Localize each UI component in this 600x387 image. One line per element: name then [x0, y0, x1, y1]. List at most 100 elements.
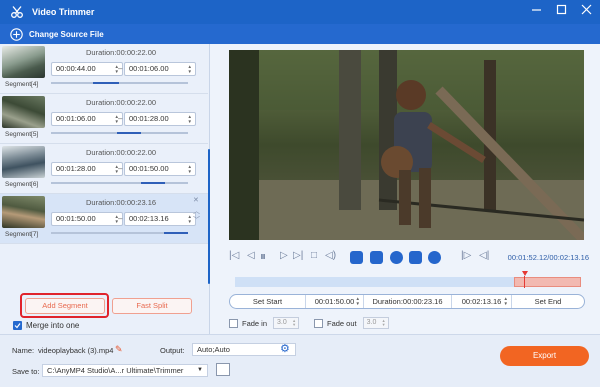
- set-start-button[interactable]: Set Start: [230, 295, 306, 308]
- video-frame: [229, 50, 584, 240]
- file-name: videoplayback (3).mp4: [38, 346, 114, 355]
- segment-name: Segment[6]: [5, 181, 39, 188]
- segment-start-input[interactable]: 00:01:06.00 ▲ ▼: [51, 112, 123, 126]
- time-display: 00:01:52.12/00:02:13.16: [507, 253, 589, 262]
- spinner-icon[interactable]: ▲ ▼: [504, 296, 508, 306]
- range-separator: –: [118, 164, 123, 173]
- edit-pencil-icon[interactable]: ✎: [115, 344, 123, 355]
- spinner-icon[interactable]: ▲ ▼: [188, 214, 192, 224]
- playhead-icon[interactable]: [522, 271, 528, 276]
- stop-icon[interactable]: □: [311, 250, 317, 261]
- start-time-input[interactable]: 00:01:50.00 ▲ ▼: [306, 295, 364, 308]
- segment-list: Segment[4] Duration:00:00:22.00 00:00:44…: [0, 44, 210, 286]
- add-icon[interactable]: [390, 251, 403, 264]
- playback-controls: |◁ ◁ ⏸ ▷ ▷| □ ◁) |▷ ◁| 00:01:52.12/00:02…: [229, 249, 589, 266]
- segment-item-selected[interactable]: Segment[7] Duration:00:00:23.16 00:01:50…: [0, 194, 208, 244]
- fade-out-input[interactable]: 3.0 ▲ ▼: [362, 317, 389, 329]
- copy-icon[interactable]: [370, 251, 383, 264]
- title-bar: Video Trimmer: [0, 0, 600, 24]
- settings-gear-icon[interactable]: ⚙: [280, 342, 290, 355]
- output-label: Output:: [160, 346, 185, 355]
- segment-start-input[interactable]: 00:01:28.00 ▲ ▼: [51, 162, 123, 176]
- segment-thumbnail: [2, 46, 45, 78]
- segment-track: [51, 232, 188, 234]
- end-time-input[interactable]: 00:02:13.16 ▲ ▼: [452, 295, 512, 308]
- range-separator: –: [118, 214, 123, 223]
- maximize-icon[interactable]: [556, 4, 567, 15]
- plus-circle-icon: [10, 27, 23, 41]
- timeline-track[interactable]: [235, 271, 581, 288]
- name-label: Name:: [12, 346, 35, 355]
- fast-split-button[interactable]: Fast Split: [112, 298, 192, 314]
- spinner-icon[interactable]: ▲ ▼: [382, 319, 386, 327]
- fade-out-option[interactable]: Fade out 3.0 ▲ ▼: [314, 317, 389, 329]
- previous-frame-icon[interactable]: ◁: [247, 250, 255, 261]
- save-path-select[interactable]: C:\AnyMP4 Studio\A...r Ultimate\Trimmer ▼: [42, 364, 208, 377]
- save-to-label: Save to:: [12, 367, 40, 376]
- segment-start-input[interactable]: 00:00:44.00 ▲ ▼: [51, 62, 123, 76]
- change-source-label: Change Source File: [29, 29, 104, 39]
- fade-out-checkbox[interactable]: [314, 318, 323, 328]
- spinner-icon[interactable]: ▲ ▼: [188, 164, 192, 174]
- segment-track: [51, 82, 188, 84]
- spinner-icon[interactable]: ▲ ▼: [292, 319, 296, 327]
- export-button[interactable]: Export: [500, 346, 589, 366]
- segment-duration: Duration:00:00:22.00: [86, 48, 157, 57]
- chevron-down-icon[interactable]: ﹀: [193, 215, 200, 225]
- next-frame-icon[interactable]: ▷: [280, 250, 288, 261]
- split-icon[interactable]: [350, 251, 363, 264]
- segment-end-input[interactable]: 00:02:13.16 ▲ ▼: [124, 212, 196, 226]
- checkbox-checked-icon[interactable]: [13, 321, 22, 330]
- minimize-icon[interactable]: [531, 4, 542, 15]
- segment-name: Segment[4]: [5, 81, 39, 88]
- merge-into-one-checkbox[interactable]: Merge into one: [13, 321, 79, 330]
- segment-thumbnail: [2, 146, 45, 178]
- duplicate-icon[interactable]: [409, 251, 422, 264]
- fade-in-option[interactable]: Fade in 3.0 ▲ ▼: [229, 317, 300, 329]
- segment-item[interactable]: Segment[6] Duration:00:00:22.00 00:01:28…: [0, 144, 208, 194]
- scissors-icon: [11, 6, 23, 18]
- fade-in-input[interactable]: 3.0 ▲ ▼: [273, 317, 300, 329]
- segment-item[interactable]: Segment[5] Duration:00:00:22.00 00:01:06…: [0, 94, 208, 144]
- spinner-icon[interactable]: ▲ ▼: [188, 64, 192, 74]
- segment-name: Segment[5]: [5, 131, 39, 138]
- video-preview[interactable]: [229, 50, 584, 240]
- spinner-icon[interactable]: ▲ ▼: [188, 114, 192, 124]
- playhead-line: [524, 276, 525, 288]
- fade-in-checkbox[interactable]: [229, 318, 238, 328]
- range-separator: –: [118, 114, 123, 123]
- segment-end-input[interactable]: 00:01:50.00 ▲ ▼: [124, 162, 196, 176]
- segment-item[interactable]: Segment[4] Duration:00:00:22.00 00:00:44…: [0, 44, 208, 94]
- spinner-icon[interactable]: ▲ ▼: [356, 296, 360, 306]
- set-end-button[interactable]: Set End: [512, 295, 584, 308]
- segment-thumbnail: [2, 196, 45, 228]
- trim-controls: Set Start 00:01:50.00 ▲ ▼ Duration:00:00:2…: [229, 294, 585, 309]
- volume-icon[interactable]: ◁): [325, 250, 336, 261]
- align-start-icon[interactable]: |▷: [461, 250, 471, 261]
- dropdown-arrow-icon[interactable]: ▼: [197, 365, 203, 376]
- skip-to-start-icon[interactable]: |◁: [229, 250, 239, 261]
- folder-icon[interactable]: [216, 363, 230, 376]
- segment-duration: Duration:00:00:23.16: [86, 198, 157, 207]
- align-end-icon[interactable]: ◁|: [479, 250, 489, 261]
- segment-end-input[interactable]: 00:01:28.00 ▲ ▼: [124, 112, 196, 126]
- segment-start-input[interactable]: 00:01:50.00 ▲ ▼: [51, 212, 123, 226]
- segment-name: Segment[7]: [5, 231, 39, 238]
- range-separator: –: [118, 64, 123, 73]
- reset-icon[interactable]: [428, 251, 441, 264]
- merge-label: Merge into one: [26, 321, 80, 330]
- close-icon[interactable]: [581, 4, 592, 15]
- close-icon[interactable]: ✕: [193, 196, 199, 204]
- segment-thumbnail: [2, 96, 45, 128]
- segment-duration: Duration:00:00:22.00: [86, 98, 157, 107]
- window-title: Video Trimmer: [32, 7, 95, 17]
- skip-to-end-icon[interactable]: ▷|: [293, 250, 303, 261]
- segment-panel: Segment[4] Duration:00:00:22.00 00:00:44…: [0, 44, 210, 334]
- segment-track: [51, 182, 188, 184]
- fade-in-label: Fade in: [242, 318, 268, 328]
- fade-out-label: Fade out: [327, 318, 357, 328]
- change-source-button[interactable]: Change Source File: [0, 24, 600, 44]
- scrollbar[interactable]: [208, 149, 210, 284]
- pause-icon[interactable]: ⏸: [260, 249, 266, 264]
- segment-end-input[interactable]: 00:01:06.00 ▲ ▼: [124, 62, 196, 76]
